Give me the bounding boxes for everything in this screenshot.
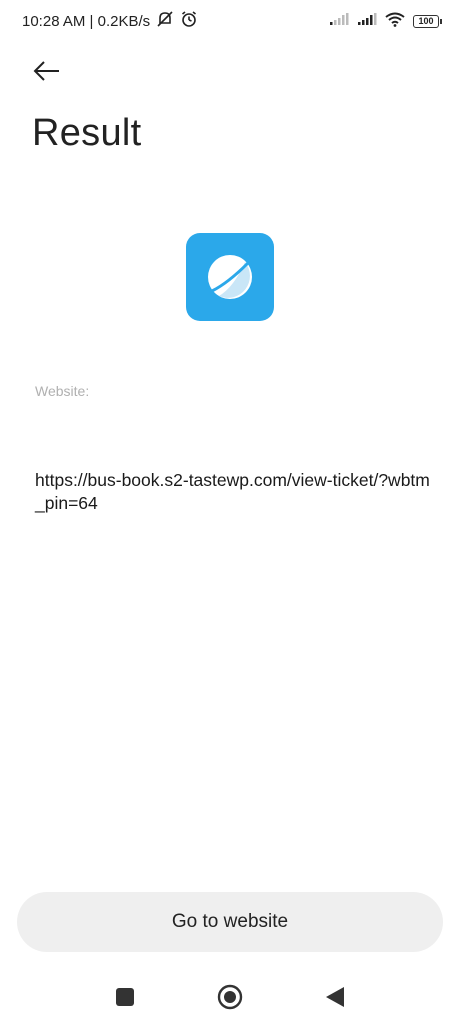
wifi-icon	[385, 12, 405, 31]
website-url[interactable]: https://bus-book.s2-tastewp.com/view-tic…	[35, 469, 435, 515]
signal-strong-icon	[357, 12, 377, 30]
signal-weak-icon	[329, 12, 349, 30]
muted-bell-icon	[156, 10, 174, 32]
status-bar: 10:28 AM | 0.2KB/s 100	[0, 0, 461, 42]
status-right: 100	[329, 12, 442, 31]
home-icon[interactable]	[217, 984, 243, 1015]
alarm-icon	[180, 10, 198, 32]
recent-apps-icon[interactable]	[115, 987, 135, 1012]
website-label: Website:	[35, 383, 90, 399]
battery-icon: 100	[413, 14, 442, 28]
navigation-bar	[0, 970, 461, 1024]
status-left: 10:28 AM | 0.2KB/s	[22, 10, 198, 32]
browser-icon	[186, 233, 274, 321]
back-arrow-icon	[33, 60, 61, 86]
back-button[interactable]	[30, 58, 64, 88]
go-to-website-button[interactable]: Go to website	[17, 892, 443, 952]
page-title: Result	[32, 112, 142, 154]
back-triangle-icon[interactable]	[324, 986, 346, 1013]
status-time-speed: 10:28 AM | 0.2KB/s	[22, 12, 151, 30]
